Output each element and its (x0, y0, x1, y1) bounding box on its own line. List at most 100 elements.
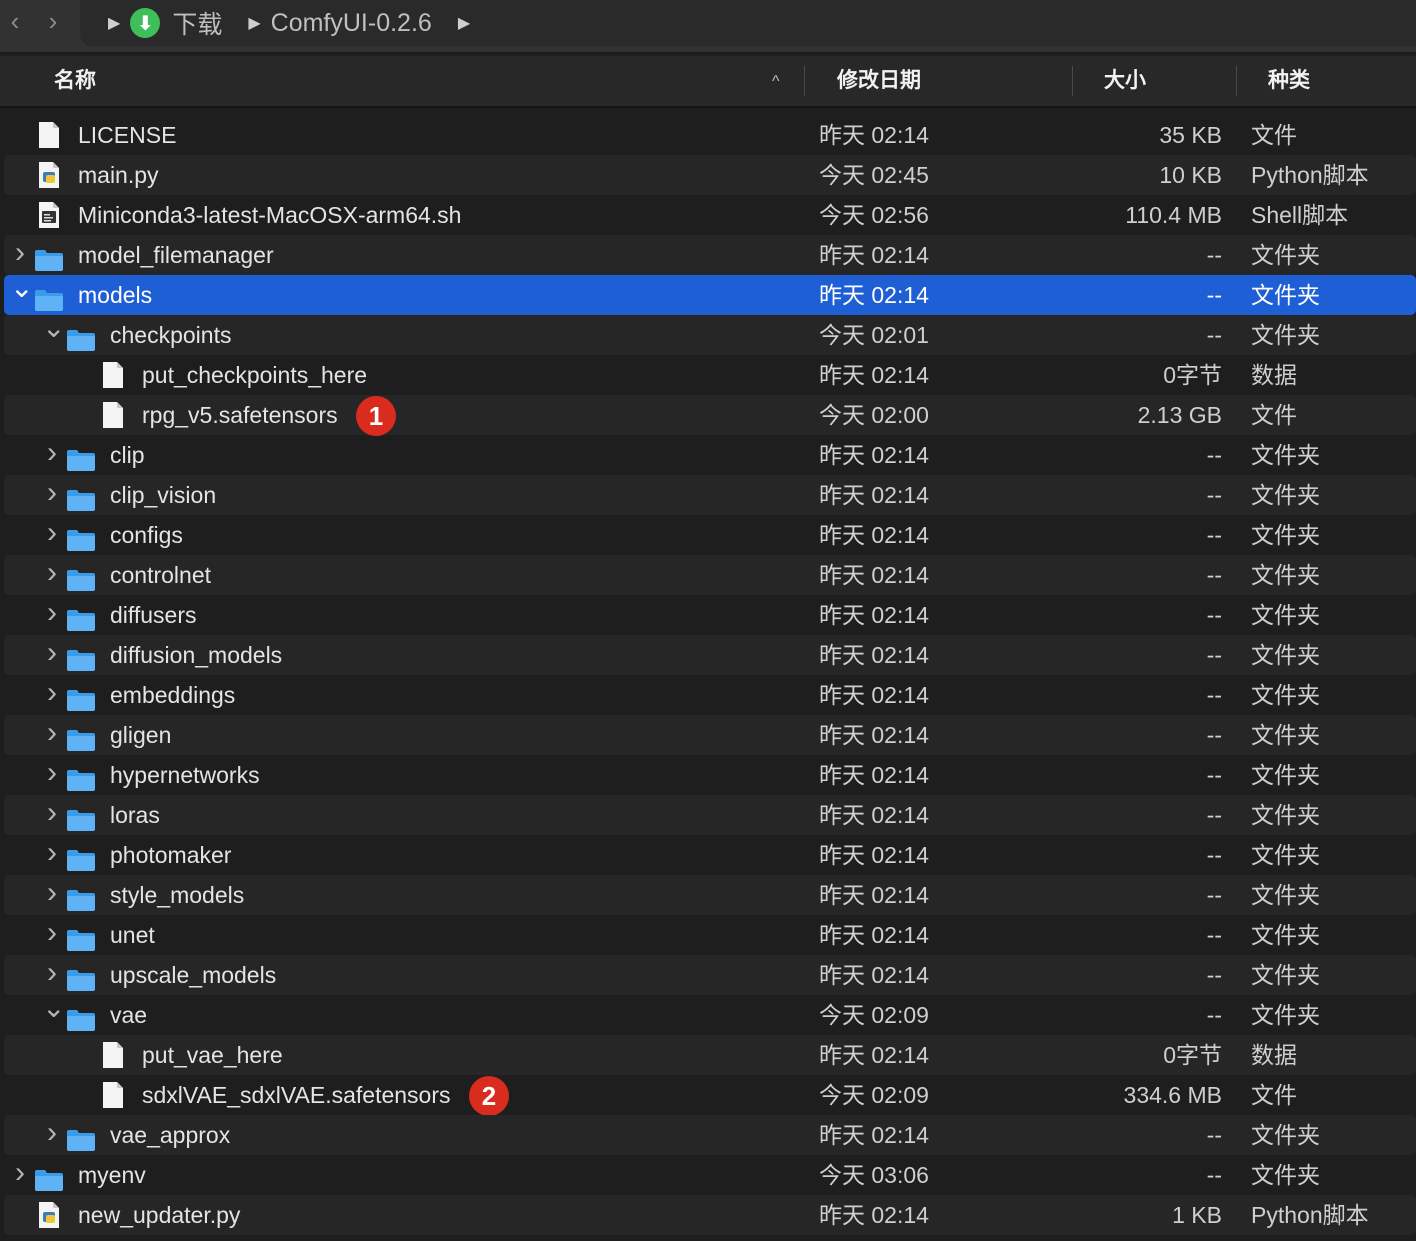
item-kind: 文件夹 (1251, 522, 1320, 548)
folder-row[interactable]: ⌄ checkpoints 今天 02:01 -- 文件夹 (4, 314, 1416, 355)
folder-row[interactable]: › loras 昨天 02:14 -- 文件夹 (4, 795, 1416, 835)
item-size: 1 KB (1172, 1202, 1222, 1228)
item-kind: 文件 (1251, 402, 1297, 428)
chevron-right-icon[interactable]: › (42, 675, 62, 711)
folder-icon (66, 1124, 96, 1151)
chevron-right-icon[interactable]: › (42, 755, 62, 791)
item-date: 昨天 02:14 (819, 602, 929, 628)
file-row[interactable]: Miniconda3-latest-MacOSX-arm64.sh 今天 02:5… (4, 195, 1416, 235)
folder-row[interactable]: › photomaker 昨天 02:14 -- 文件夹 (4, 835, 1416, 875)
folder-row[interactable]: › diffusion_models 昨天 02:14 -- 文件夹 (4, 635, 1416, 675)
file-row[interactable]: new_updater.py 昨天 02:14 1 KB Python脚本 (4, 1195, 1416, 1235)
sort-ascending-icon[interactable]: ^ (772, 56, 780, 108)
chevron-right-icon[interactable]: › (42, 435, 62, 471)
column-divider[interactable] (1236, 66, 1237, 96)
chevron-down-icon[interactable]: ⌄ (42, 994, 65, 1022)
file-row[interactable]: put_checkpoints_here 昨天 02:14 0字节 数据 (4, 355, 1416, 395)
folder-icon (66, 924, 96, 951)
folder-row[interactable]: › upscale_models 昨天 02:14 -- 文件夹 (4, 955, 1416, 995)
item-kind: 文件夹 (1251, 242, 1320, 268)
folder-row[interactable]: › model_filemanager 昨天 02:14 -- 文件夹 (4, 235, 1416, 275)
folder-row[interactable]: › embeddings 昨天 02:14 -- 文件夹 (4, 675, 1416, 715)
chevron-right-icon[interactable]: › (42, 555, 62, 591)
breadcrumb-downloads[interactable]: 下载 (172, 5, 222, 41)
item-kind: 文件夹 (1251, 842, 1320, 868)
folder-row[interactable]: › diffusers 昨天 02:14 -- 文件夹 (4, 595, 1416, 635)
item-date: 今天 02:00 (819, 402, 929, 428)
item-size: 334.6 MB (1123, 1082, 1222, 1108)
column-divider[interactable] (804, 66, 805, 96)
chevron-right-icon[interactable]: › (42, 915, 62, 951)
back-button[interactable]: ‹ (0, 6, 30, 36)
chevron-right-icon[interactable]: › (42, 795, 62, 831)
item-name: upscale_models (110, 962, 277, 988)
folder-icon (66, 964, 96, 991)
item-size: 0字节 (1163, 362, 1222, 388)
item-name: controlnet (110, 562, 212, 588)
file-row[interactable]: main.py 今天 02:45 10 KB Python脚本 (4, 155, 1416, 195)
breadcrumb-comfyui[interactable]: ComfyUI-0.2.6 (271, 9, 432, 38)
file-row[interactable]: rpg_v5.safetensors 1 今天 02:00 2.13 GB 文件 (4, 395, 1416, 436)
folder-row[interactable]: ⌄ models 昨天 02:14 -- 文件夹 (4, 274, 1416, 315)
folder-row[interactable]: › controlnet 昨天 02:14 -- 文件夹 (4, 555, 1416, 595)
chevron-right-icon[interactable]: › (42, 875, 62, 911)
path-arrow-icon: ▶ (108, 15, 121, 32)
column-divider[interactable] (1072, 66, 1073, 96)
folder-row[interactable]: ⌄ vae 今天 02:09 -- 文件夹 (4, 994, 1416, 1035)
item-name: checkpoints (110, 322, 232, 348)
item-size: -- (1206, 1162, 1222, 1188)
item-size: 0字节 (1163, 1042, 1222, 1068)
item-name: photomaker (110, 842, 232, 868)
folder-icon (66, 484, 96, 511)
item-size: -- (1206, 962, 1222, 988)
annotation-badge: 1 (356, 396, 396, 436)
column-size[interactable]: 大小 (1104, 56, 1146, 106)
file-row[interactable]: LICENSE 昨天 02:14 35 KB 文件 (4, 115, 1416, 155)
folder-row[interactable]: › clip_vision 昨天 02:14 -- 文件夹 (4, 475, 1416, 515)
file-row[interactable]: put_vae_here 昨天 02:14 0字节 数据 (4, 1035, 1416, 1075)
item-date: 昨天 02:14 (819, 362, 929, 388)
chevron-right-icon[interactable]: › (42, 1115, 62, 1151)
chevron-right-icon[interactable]: › (10, 235, 30, 271)
column-name[interactable]: 名称 (54, 56, 96, 106)
folder-icon (66, 884, 96, 911)
chevron-right-icon[interactable]: › (42, 515, 62, 551)
chevron-right-icon[interactable]: › (42, 835, 62, 871)
item-date: 昨天 02:14 (819, 562, 929, 588)
folder-row[interactable]: › myenv 今天 03:06 -- 文件夹 (4, 1155, 1416, 1195)
item-name: Miniconda3-latest-MacOSX-arm64.sh (78, 202, 462, 228)
item-kind: 文件夹 (1251, 1002, 1320, 1028)
chevron-right-icon[interactable]: › (42, 955, 62, 991)
folder-row[interactable]: › configs 昨天 02:14 -- 文件夹 (4, 515, 1416, 555)
document-icon (101, 401, 125, 429)
folder-row[interactable]: › unet 昨天 02:14 -- 文件夹 (4, 915, 1416, 955)
folder-row[interactable]: › hypernetworks 昨天 02:14 -- 文件夹 (4, 755, 1416, 795)
item-size: -- (1206, 882, 1222, 908)
column-header: 名称 ^ 修改日期 大小 种类 (0, 56, 1416, 108)
item-name: sdxlVAE_sdxlVAE.safetensors (142, 1082, 451, 1108)
chevron-right-icon[interactable]: › (10, 1155, 30, 1191)
forward-button[interactable]: › (38, 6, 68, 36)
chevron-right-icon[interactable]: › (42, 715, 62, 751)
chevron-right-icon[interactable]: › (42, 635, 62, 671)
item-size: -- (1206, 762, 1222, 788)
file-row[interactable]: sdxlVAE_sdxlVAE.safetensors 2 今天 02:09 334.… (4, 1075, 1416, 1116)
folder-icon (66, 764, 96, 791)
annotation-badge: 2 (469, 1076, 509, 1116)
chevron-right-icon[interactable]: › (42, 595, 62, 631)
folder-row[interactable]: › gligen 昨天 02:14 -- 文件夹 (4, 715, 1416, 755)
chevron-down-icon[interactable]: ⌄ (10, 274, 33, 302)
folder-row[interactable]: › style_models 昨天 02:14 -- 文件夹 (4, 875, 1416, 915)
folder-icon (66, 724, 96, 751)
chevron-right-icon[interactable]: › (42, 475, 62, 511)
item-size: -- (1206, 282, 1222, 308)
item-date: 昨天 02:14 (819, 682, 929, 708)
item-kind: 文件夹 (1251, 322, 1320, 348)
folder-row[interactable]: › vae_approx 昨天 02:14 -- 文件夹 (4, 1115, 1416, 1155)
item-name: diffusers (110, 602, 197, 628)
chevron-down-icon[interactable]: ⌄ (42, 314, 65, 342)
folder-row[interactable]: › clip 昨天 02:14 -- 文件夹 (4, 435, 1416, 475)
column-date[interactable]: 修改日期 (837, 56, 921, 106)
column-kind[interactable]: 种类 (1268, 56, 1310, 106)
item-date: 昨天 02:14 (819, 882, 929, 908)
